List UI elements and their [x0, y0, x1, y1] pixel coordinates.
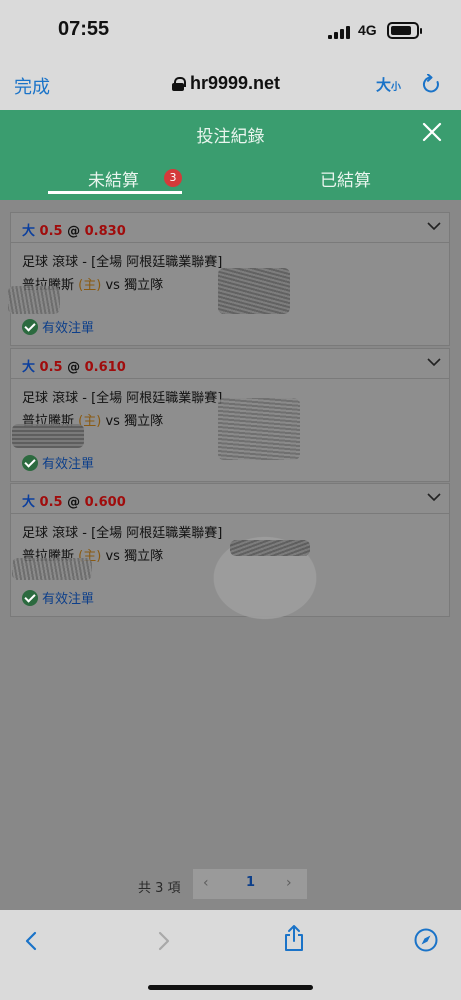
bet-status-label: 有效注單: [42, 321, 95, 336]
current-page[interactable]: 1: [246, 875, 255, 890]
bet-status: 有效注單: [22, 588, 94, 607]
bet-status: 有效注單: [22, 317, 94, 336]
pagination: ‹ 1 ›: [193, 869, 307, 899]
bet-odds: 0.610: [84, 360, 126, 375]
next-page-button[interactable]: ›: [286, 875, 292, 891]
modal-title: 投注紀錄: [196, 127, 265, 147]
bet-selection: 大 0.5 @ 0.830: [22, 220, 126, 239]
bet-status: 有效注單: [22, 453, 94, 472]
bet-at: @: [67, 495, 81, 510]
away-team: 獨立隊: [124, 549, 164, 564]
battery-icon: [387, 22, 422, 39]
text-size-large-label: 大: [376, 76, 392, 94]
bet-card-header[interactable]: 大 0.5 @ 0.610: [11, 349, 449, 379]
total-count: 共 3 項: [138, 881, 181, 896]
tab-unsettled[interactable]: 未結算: [88, 166, 139, 191]
bet-card-header[interactable]: 大 0.5 @ 0.600: [11, 484, 449, 514]
bet-at: @: [67, 360, 81, 375]
chevron-down-icon[interactable]: [427, 492, 441, 502]
tab-settled[interactable]: 已結算: [320, 166, 371, 191]
vs-label: vs: [105, 278, 120, 293]
text-size-button[interactable]: 大小: [376, 74, 401, 95]
clock: 07:55: [58, 18, 110, 40]
bet-status-label: 有效注單: [42, 457, 95, 472]
prev-page-button[interactable]: ‹: [203, 875, 209, 891]
chevron-down-icon[interactable]: [427, 221, 441, 231]
url-field[interactable]: hr9999.net: [172, 73, 280, 94]
bet-odds: 0.830: [84, 224, 126, 239]
bet-side: 大: [22, 224, 36, 239]
active-tab-indicator: [48, 191, 182, 194]
redaction-scribble: [12, 424, 84, 448]
bet-selection: 大 0.5 @ 0.600: [22, 491, 126, 510]
browser-address-bar: 完成 hr9999.net 大小: [0, 60, 461, 110]
redaction-scribble: [12, 558, 92, 580]
bet-side: 大: [22, 360, 36, 375]
done-button[interactable]: 完成: [14, 73, 50, 99]
reload-icon[interactable]: [422, 74, 442, 96]
cellular-signal-icon: [328, 26, 352, 39]
away-team: 獨立隊: [124, 414, 164, 429]
share-icon[interactable]: [283, 924, 305, 952]
bet-side: 大: [22, 495, 36, 510]
bet-handicap: 0.5: [39, 495, 63, 510]
compass-icon[interactable]: [414, 928, 438, 952]
bet-status-label: 有效注單: [42, 592, 95, 607]
bet-handicap: 0.5: [39, 360, 63, 375]
bet-league: 足球 滾球 - [全場 阿根廷職業聯賽]: [22, 255, 223, 270]
network-type: 4G: [358, 22, 377, 38]
url-text: hr9999.net: [190, 73, 281, 93]
redaction-scribble: [218, 268, 290, 314]
check-circle-icon: [22, 318, 38, 335]
chevron-down-icon[interactable]: [427, 357, 441, 367]
status-bar: 07:55 4G: [0, 0, 461, 60]
home-tag: (主): [78, 278, 102, 293]
away-team: 獨立隊: [124, 278, 164, 293]
back-icon[interactable]: [24, 931, 38, 951]
text-size-small-label: 小: [391, 82, 402, 93]
redaction-scribble: [8, 286, 60, 314]
bet-odds: 0.600: [84, 495, 126, 510]
modal-header: 投注紀錄: [0, 110, 461, 158]
lock-icon: [172, 76, 186, 91]
close-icon[interactable]: [421, 121, 443, 143]
unsettled-count-badge: 3: [164, 169, 182, 187]
home-indicator: [148, 985, 313, 990]
bet-card-header[interactable]: 大 0.5 @ 0.830: [11, 213, 449, 243]
bet-status-tabs: 未結算 3 已結算: [0, 158, 461, 200]
redaction-scribble: [218, 398, 300, 460]
check-circle-icon: [22, 589, 38, 606]
vs-label: vs: [105, 414, 120, 429]
bet-league: 足球 滾球 - [全場 阿根廷職業聯賽]: [22, 391, 223, 406]
bet-selection: 大 0.5 @ 0.610: [22, 356, 126, 375]
vs-label: vs: [105, 549, 120, 564]
check-circle-icon: [22, 454, 38, 471]
bet-league: 足球 滾球 - [全場 阿根廷職業聯賽]: [22, 526, 223, 541]
redaction-scribble: [230, 540, 310, 556]
bet-handicap: 0.5: [39, 224, 63, 239]
forward-icon[interactable]: [157, 931, 171, 951]
bet-at: @: [67, 224, 81, 239]
